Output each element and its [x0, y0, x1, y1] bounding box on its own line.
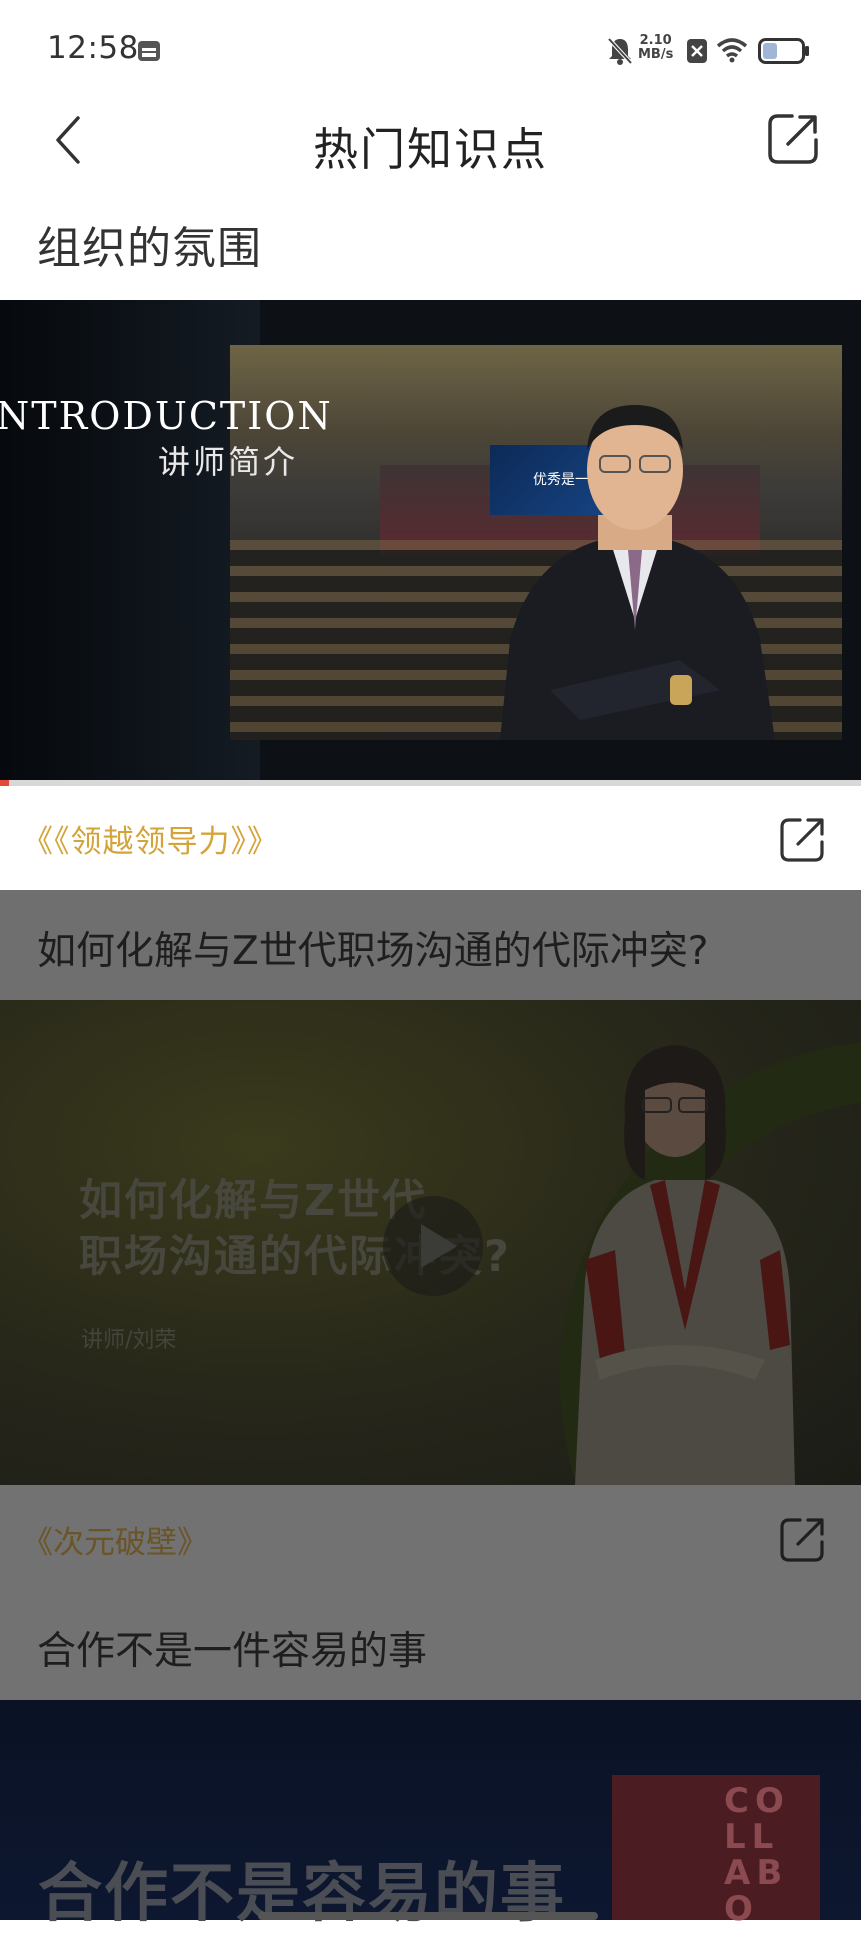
network-speed: 2.10 MB/s	[638, 34, 673, 62]
battery-icon	[758, 38, 809, 64]
knowledge-title-3[interactable]: 合作不是一件容易的事	[37, 1620, 427, 1676]
course-link-2[interactable]: 《次元破壁》	[22, 1517, 208, 1562]
page-title: 热门知识点	[312, 123, 548, 176]
book-cover: COLLABO	[612, 1775, 820, 1927]
intro-subheading: 讲师简介	[158, 443, 299, 481]
knowledge-title-2[interactable]: 如何化解与Z世代职场沟通的代际冲突?	[37, 920, 708, 976]
video-dark-panel	[0, 300, 260, 780]
wifi-icon	[716, 38, 748, 63]
play-button[interactable]	[383, 1196, 483, 1296]
network-speed-value: 2.10	[639, 33, 672, 48]
lecturer-portrait	[500, 405, 775, 740]
section-title: 组织的氛围	[37, 223, 262, 274]
mute-bell-icon	[607, 37, 633, 65]
sim-off-icon	[687, 39, 707, 63]
status-bar: 12:58 2.10 MB/s	[0, 0, 861, 100]
intro-heading: NTRODUCTION	[0, 394, 333, 438]
header-bar: 热门知识点	[0, 100, 861, 210]
status-time: 12:58	[47, 30, 139, 66]
card-1-footer: 《《领越领导力》》	[0, 786, 861, 890]
lecturer-portrait-2	[575, 1045, 795, 1485]
app-notification-icon	[138, 41, 160, 61]
share-button-card-2[interactable]	[778, 1516, 826, 1564]
share-button[interactable]	[766, 112, 820, 166]
video-title-3: 合作不是容易的事	[38, 1857, 566, 1931]
course-link-1[interactable]: 《《领越领导力》》	[22, 816, 279, 861]
video-lecturer: 讲师/刘荣	[81, 1328, 177, 1353]
play-icon	[421, 1224, 457, 1268]
network-speed-unit: MB/s	[638, 47, 674, 62]
video-title-line-1: 如何化解与Z世代	[79, 1176, 428, 1226]
share-button-card-1[interactable]	[778, 816, 826, 864]
home-indicator	[258, 1912, 598, 1920]
book-cover-text: COLLABO	[724, 1781, 790, 1929]
